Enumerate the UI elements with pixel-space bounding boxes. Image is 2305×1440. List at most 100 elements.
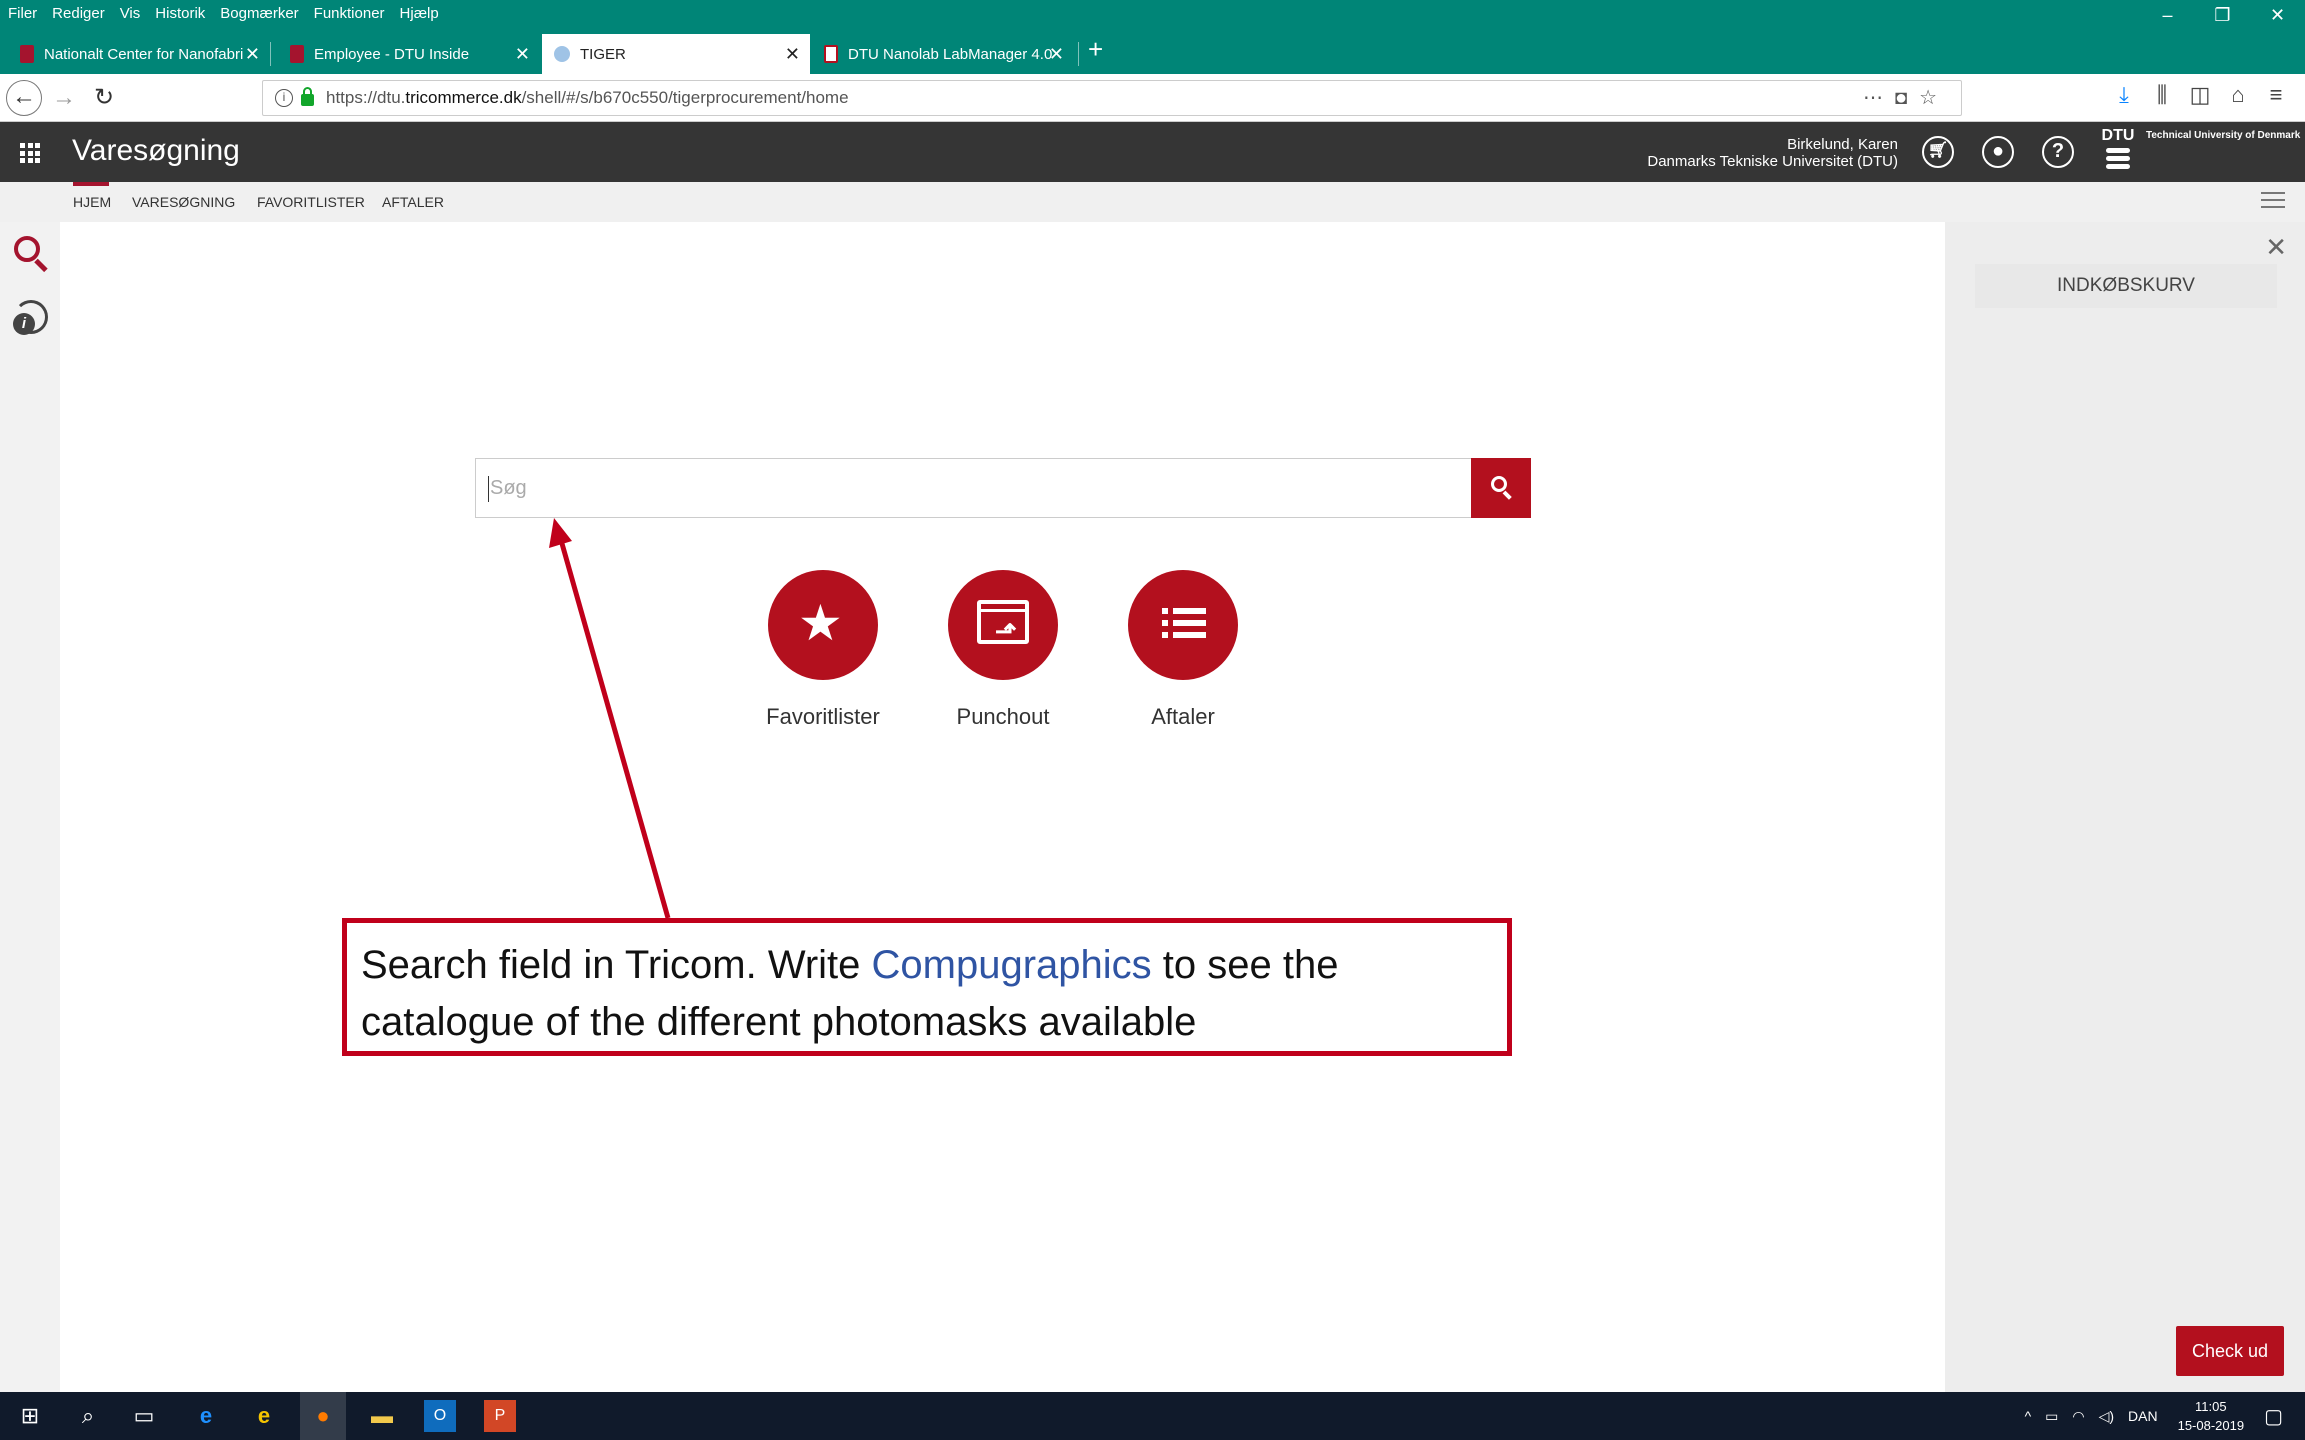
menu-history[interactable]: Historik	[155, 5, 205, 22]
menu-help[interactable]: Hjælp	[400, 5, 439, 22]
wifi-icon[interactable]: ◠	[2072, 1408, 2084, 1425]
url-prefix: https://dtu.	[326, 88, 406, 107]
info-help-icon[interactable]: i	[13, 300, 48, 335]
dtu-logo-text: DTU	[2101, 127, 2135, 144]
list-icon[interactable]	[1128, 570, 1238, 680]
system-tray: ^ ▭ ◠ ◁) DAN 11:05 15-08-2019 ▢	[2025, 1392, 2305, 1440]
punchout-icon[interactable]: ⬏	[948, 570, 1058, 680]
cart-title: INDKØBSKURV	[1975, 264, 2277, 308]
battery-icon[interactable]: ▭	[2045, 1408, 2058, 1425]
text-cursor	[488, 475, 489, 502]
left-rail: i	[0, 222, 60, 1392]
app-launcher-icon[interactable]	[20, 143, 40, 163]
bookmark-star-icon[interactable]: ☆	[1919, 87, 1949, 109]
menu-view[interactable]: Vis	[120, 5, 141, 22]
browser-menu-bar: Filer Rediger Vis Historik Bogmærker Fun…	[0, 0, 2305, 26]
reload-button[interactable]: ↻	[86, 80, 122, 116]
hamburger-menu-icon[interactable]	[2261, 192, 2285, 213]
language-indicator[interactable]: DAN	[2128, 1408, 2158, 1424]
lock-icon[interactable]	[301, 87, 314, 106]
windows-taskbar: ⊞ ⌕ ▭ e e ● ▬ O P ^ ▭ ◠ ◁) DAN 11:05 15-…	[0, 1392, 2305, 1440]
volume-icon[interactable]: ◁)	[2099, 1408, 2114, 1425]
shopping-cart-panel: ✕ INDKØBSKURV	[1945, 222, 2305, 1392]
nav-product-search[interactable]: VARESØGNING	[132, 194, 235, 210]
clock[interactable]: 11:05 15-08-2019	[2178, 1397, 2245, 1435]
taskbar-search-icon[interactable]: ⌕	[72, 1400, 104, 1432]
powerpoint-icon[interactable]: P	[484, 1400, 516, 1432]
help-icon[interactable]: ?	[2042, 136, 2074, 168]
user-organization: Danmarks Tekniske Universitet (DTU)	[1647, 153, 1898, 170]
punchout-action[interactable]: ⬏ Punchout	[933, 570, 1073, 730]
forward-button[interactable]: →	[46, 80, 82, 116]
back-button[interactable]: ←	[6, 80, 42, 116]
sidebar-icon[interactable]: ◫	[2181, 82, 2219, 108]
checkout-button[interactable]: Check ud	[2176, 1326, 2284, 1376]
nav-favorite-lists[interactable]: FAVORITLISTER	[257, 194, 365, 210]
windows-start-icon[interactable]: ⊞	[14, 1400, 46, 1432]
calendar-favicon-icon	[824, 45, 838, 63]
annotation-highlight: Compugraphics	[871, 943, 1152, 987]
tab-divider	[270, 42, 271, 66]
close-tab-icon[interactable]: ✕	[785, 44, 800, 65]
menu-tools[interactable]: Funktioner	[314, 5, 385, 22]
nav-agreements[interactable]: AFTALER	[382, 194, 444, 210]
menu-file[interactable]: Filer	[8, 5, 37, 22]
edge-icon[interactable]: e	[190, 1400, 222, 1432]
favorite-lists-action[interactable]: ★ Favoritlister	[753, 570, 893, 730]
dtu-subtitle: Technical University of Denmark	[2146, 130, 2301, 141]
app-title: Varesøgning	[72, 134, 240, 167]
close-tab-icon[interactable]: ✕	[245, 44, 260, 65]
clock-time: 11:05	[2195, 1399, 2227, 1414]
favorite-lists-label: Favoritlister	[766, 704, 880, 729]
annotation-text-before: Search field in Tricom. Write	[361, 943, 872, 987]
tab-tiger[interactable]: TIGER ✕	[542, 34, 810, 74]
menu-edit[interactable]: Rediger	[52, 5, 105, 22]
close-tab-icon[interactable]: ✕	[515, 44, 530, 65]
tab-label: Nationalt Center for Nanofabri	[44, 45, 244, 63]
active-tab-indicator	[73, 182, 109, 186]
outlook-icon[interactable]: O	[424, 1400, 456, 1432]
navigation-bar: ← → ↻ i https://dtu. tricommerce.dk/shell…	[0, 74, 2305, 122]
tab-employee[interactable]: Employee - DTU Inside ✕	[278, 34, 540, 74]
notifications-icon[interactable]: ▢	[2264, 1404, 2283, 1429]
more-icon[interactable]: ⋯	[1863, 87, 1895, 109]
url-path: /shell/#/s/b670c550/tigerprocurement/hom…	[521, 88, 849, 107]
menu-bookmarks[interactable]: Bogmærker	[220, 5, 298, 22]
user-name: Birkelund, Karen	[1787, 136, 1898, 153]
search-icon[interactable]	[12, 234, 48, 274]
pocket-icon[interactable]: ◘	[1895, 87, 1919, 109]
punchout-label: Punchout	[956, 704, 1050, 729]
close-tab-icon[interactable]: ✕	[1049, 44, 1064, 65]
library-icon[interactable]: ⫼	[2143, 82, 2181, 108]
search-input[interactable]: Søg	[475, 458, 1471, 518]
star-icon[interactable]: ★	[768, 570, 878, 680]
tab-divider	[1078, 42, 1079, 66]
internet-explorer-icon[interactable]: e	[248, 1400, 280, 1432]
file-explorer-icon[interactable]: ▬	[366, 1400, 398, 1432]
download-icon[interactable]: ⤓	[2105, 82, 2143, 108]
home-icon[interactable]: ⌂	[2219, 82, 2257, 108]
url-bar[interactable]: i https://dtu. tricommerce.dk/shell/#/s/b…	[262, 80, 1962, 116]
new-tab-icon[interactable]: +	[1088, 34, 1103, 65]
annotation-callout: Search field in Tricom. Write Compugraph…	[342, 918, 1512, 1056]
info-icon[interactable]: i	[275, 89, 293, 107]
screen: Filer Rediger Vis Historik Bogmærker Fun…	[0, 0, 2305, 1440]
tab-label: TIGER	[580, 45, 626, 63]
app-header: Varesøgning Birkelund, Karen Danmarks Te…	[0, 122, 2305, 182]
agreements-action[interactable]: Aftaler	[1113, 570, 1253, 730]
menu-icon[interactable]: ≡	[2257, 82, 2295, 108]
close-icon[interactable]: ✕	[2265, 232, 2287, 263]
task-view-icon[interactable]: ▭	[128, 1400, 160, 1432]
tab-labmanager[interactable]: DTU Nanolab LabManager 4.0 ✕	[812, 34, 1074, 74]
firefox-icon[interactable]: ●	[300, 1392, 346, 1440]
cart-icon[interactable]: 🛒︎	[1922, 136, 1954, 168]
page-actions: ⋯◘☆	[1863, 85, 1949, 110]
user-info: Birkelund, Karen Danmarks Tekniske Unive…	[1647, 136, 1898, 170]
clock-date: 15-08-2019	[2177, 1418, 2245, 1433]
search-button[interactable]	[1471, 458, 1531, 518]
tab-label: DTU Nanolab LabManager 4.0	[848, 45, 1053, 63]
show-hidden-icons-icon[interactable]: ^	[2025, 1408, 2032, 1424]
user-account-icon[interactable]: ●	[1982, 136, 2014, 168]
tab-nanofab[interactable]: Nationalt Center for Nanofabri ✕	[8, 34, 270, 74]
nav-home[interactable]: HJEM	[73, 194, 111, 210]
